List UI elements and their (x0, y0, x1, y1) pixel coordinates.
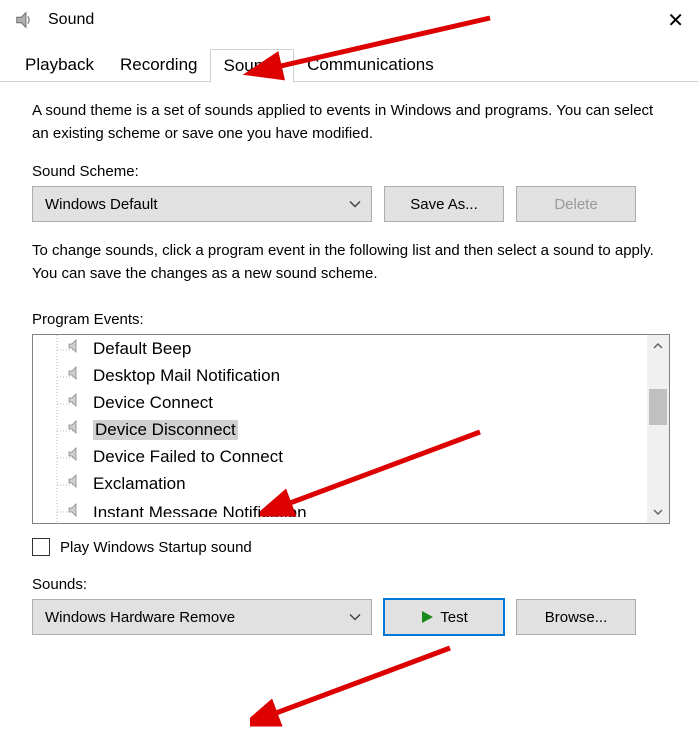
scroll-thumb[interactable] (649, 389, 667, 425)
tab-communications[interactable]: Communications (294, 48, 447, 81)
window-title: Sound (48, 11, 656, 29)
delete-button[interactable]: Delete (516, 186, 636, 222)
list-item[interactable]: Device Connect (33, 389, 647, 416)
speaker-icon (67, 338, 83, 359)
change-text: To change sounds, click a program event … (32, 240, 670, 285)
events-label: Program Events: (32, 311, 670, 328)
scroll-down-button[interactable] (647, 501, 669, 523)
list-item[interactable]: Exclamation (33, 470, 647, 497)
list-item-label: Desktop Mail Notification (93, 366, 280, 386)
scroll-up-button[interactable] (647, 335, 669, 357)
scheme-select[interactable]: Windows Default (32, 186, 372, 222)
chevron-down-icon (349, 196, 361, 213)
list-item[interactable]: Default Beep (33, 335, 647, 362)
speaker-icon (67, 502, 83, 517)
tab-playback[interactable]: Playback (12, 48, 107, 81)
tab-sounds[interactable]: Sounds (210, 49, 294, 82)
speaker-icon (67, 419, 83, 440)
list-item-label: Instant Message Notification (93, 503, 307, 518)
startup-checkbox-row[interactable]: Play Windows Startup sound (32, 538, 670, 556)
annotation-arrow-3 (250, 638, 470, 728)
tab-content: A sound theme is a set of sounds applied… (0, 82, 698, 645)
events-list: Default Beep Desktop Mail Notification Dev… (33, 335, 647, 517)
list-item[interactable]: Instant Message Notification (33, 499, 307, 517)
list-item[interactable]: Desktop Mail Notification (33, 362, 647, 389)
sounds-select[interactable]: Windows Hardware Remove (32, 599, 372, 635)
save-as-button[interactable]: Save As... (384, 186, 504, 222)
list-item-label: Exclamation (93, 474, 186, 494)
list-item-label: Device Failed to Connect (93, 447, 283, 467)
list-item-label: Device Connect (93, 393, 213, 413)
startup-checkbox[interactable] (32, 538, 50, 556)
list-item-label: Device Disconnect (93, 420, 238, 440)
sounds-value: Windows Hardware Remove (45, 609, 235, 626)
titlebar: Sound ✕ (0, 0, 698, 40)
speaker-icon (67, 365, 83, 386)
sound-icon (14, 9, 36, 31)
events-listbox[interactable]: Default Beep Desktop Mail Notification Dev… (32, 334, 670, 524)
speaker-icon (67, 446, 83, 467)
scheme-label: Sound Scheme: (32, 163, 670, 180)
intro-text: A sound theme is a set of sounds applied… (32, 100, 670, 145)
play-icon (420, 610, 434, 624)
list-item-label: Default Beep (93, 339, 191, 359)
close-button[interactable]: ✕ (656, 8, 688, 33)
scheme-value: Windows Default (45, 196, 158, 213)
speaker-icon (67, 392, 83, 413)
tab-recording[interactable]: Recording (107, 48, 211, 81)
test-label: Test (440, 609, 468, 626)
speaker-icon (67, 473, 83, 494)
list-item[interactable]: Device Disconnect (33, 416, 647, 443)
scrollbar[interactable] (647, 335, 669, 523)
test-button[interactable]: Test (384, 599, 504, 635)
tab-strip: Playback Recording Sounds Communications (0, 48, 698, 82)
list-item[interactable]: Device Failed to Connect (33, 443, 647, 470)
sounds-label: Sounds: (32, 576, 670, 593)
browse-button[interactable]: Browse... (516, 599, 636, 635)
startup-checkbox-label: Play Windows Startup sound (60, 539, 252, 556)
chevron-down-icon (349, 609, 361, 626)
